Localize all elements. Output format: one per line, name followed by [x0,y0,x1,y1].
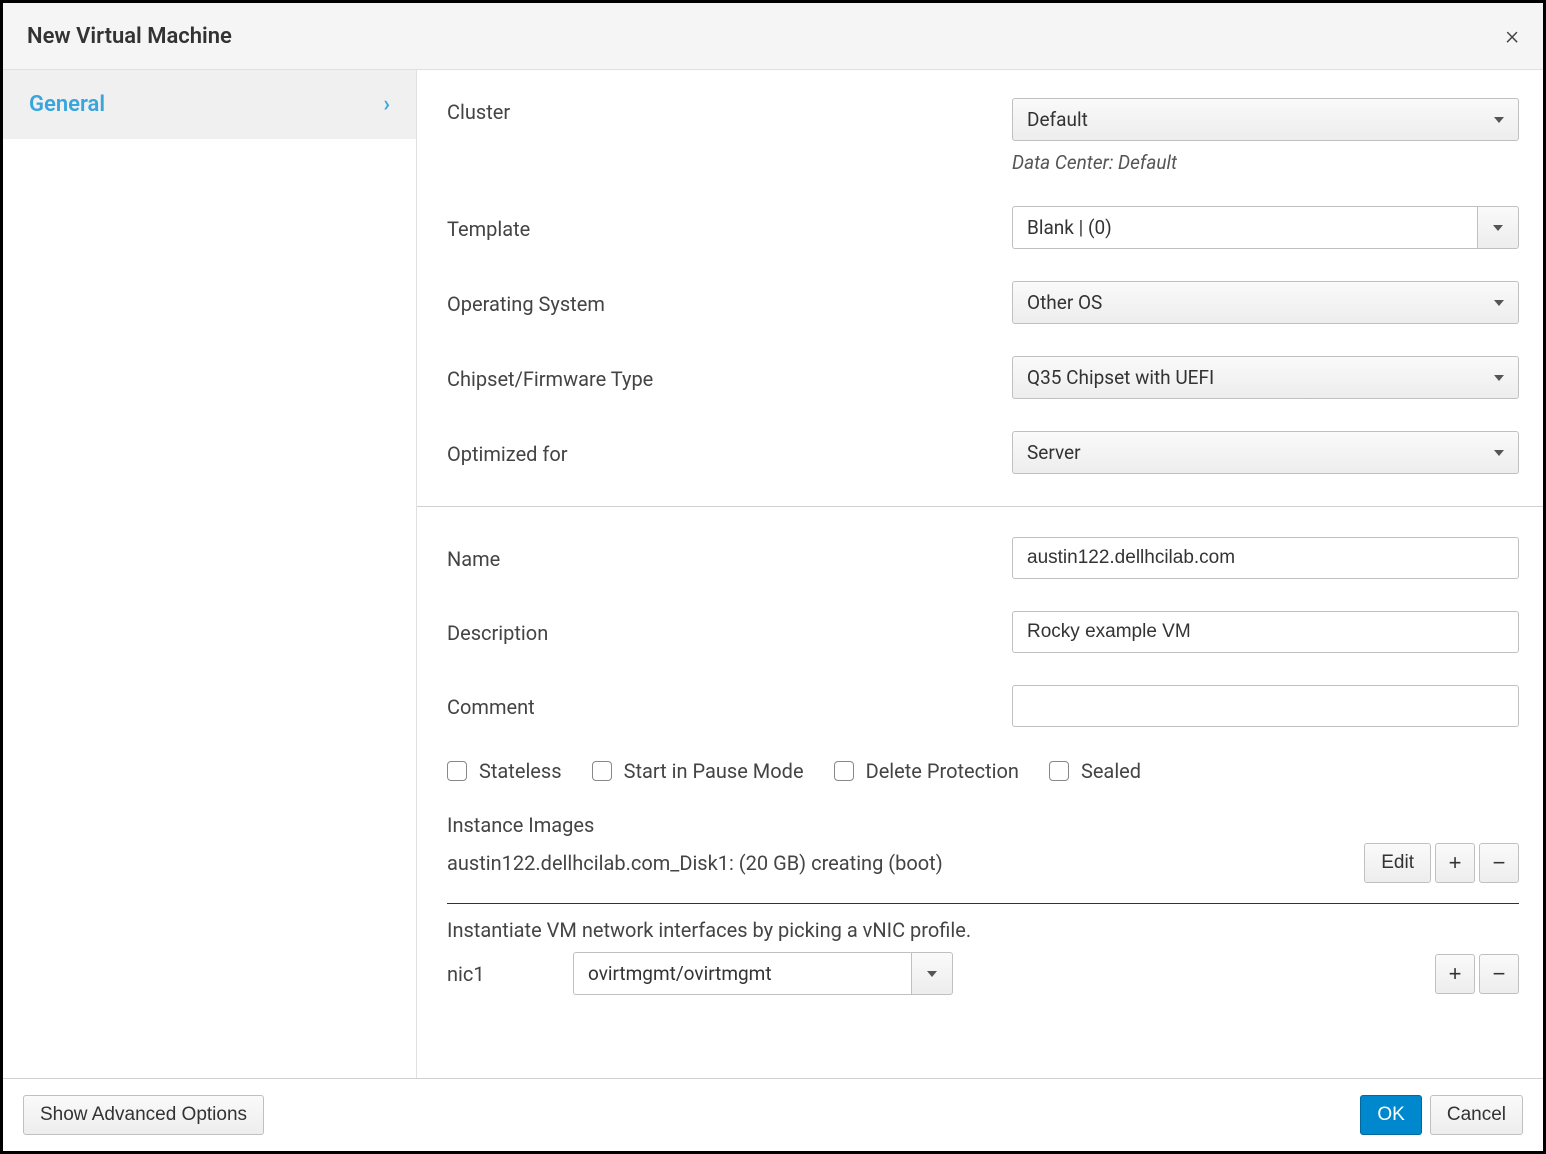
dialog-footer: Show Advanced Options OK Cancel [3,1078,1543,1151]
main-panel: Cluster Default Data Center: Default Tem… [417,70,1543,1078]
instance-disk-text: austin122.dellhcilab.com_Disk1: (20 GB) … [447,851,943,875]
row-template: Template Blank | (0) [447,206,1519,249]
nic-dropdown-button[interactable] [911,952,953,995]
select-optimized-value: Server [1027,441,1081,464]
checkbox-delete-protection[interactable] [834,761,854,781]
row-description: Description [447,611,1519,653]
chevron-down-icon [1494,450,1504,456]
row-name: Name [447,537,1519,579]
label-name: Name [447,545,1012,571]
nic-instruction: Instantiate VM network interfaces by pic… [447,918,1519,942]
minus-icon: − [1493,850,1506,876]
checkbox-stateless[interactable] [447,761,467,781]
label-description: Description [447,619,1012,645]
titlebar: New Virtual Machine × [3,3,1543,70]
input-description[interactable] [1012,611,1519,653]
nic-divider [447,903,1519,904]
label-optimized: Optimized for [447,440,1012,466]
row-os: Operating System Other OS [447,281,1519,324]
chevron-down-icon [1494,300,1504,306]
row-optimized: Optimized for Server [447,431,1519,474]
sidebar: General › [3,70,417,1078]
label-chipset: Chipset/Firmware Type [447,365,1012,391]
select-chipset[interactable]: Q35 Chipset with UEFI [1012,356,1519,399]
select-template-value: Blank | (0) [1012,206,1477,249]
checkbox-row: Stateless Start in Pause Mode Delete Pro… [447,759,1519,783]
checkbox-pause[interactable] [592,761,612,781]
select-nic[interactable]: ovirtmgmt/ovirtmgmt [573,952,953,995]
select-os[interactable]: Other OS [1012,281,1519,324]
close-icon[interactable]: × [1505,21,1519,51]
show-advanced-button[interactable]: Show Advanced Options [23,1095,264,1135]
input-comment[interactable] [1012,685,1519,727]
template-dropdown-button[interactable] [1477,206,1519,249]
minus-icon: − [1493,961,1506,987]
select-template[interactable]: Blank | (0) [1012,206,1519,249]
sidebar-item-label: General [29,92,105,117]
checkbox-sealed[interactable] [1049,761,1069,781]
row-chipset: Chipset/Firmware Type Q35 Chipset with U… [447,356,1519,399]
dialog-title: New Virtual Machine [27,24,232,49]
instance-row: austin122.dellhcilab.com_Disk1: (20 GB) … [447,843,1519,883]
label-os: Operating System [447,290,1012,316]
select-os-value: Other OS [1027,291,1102,314]
add-disk-button[interactable]: + [1435,843,1475,883]
nic-row: nic1 ovirtmgmt/ovirtmgmt + − [447,952,1519,995]
label-template: Template [447,215,1012,241]
sidebar-item-general[interactable]: General › [3,70,416,139]
select-cluster[interactable]: Default [1012,98,1519,141]
nic-label: nic1 [447,962,557,986]
remove-nic-button[interactable]: − [1479,954,1519,994]
row-comment: Comment [447,685,1519,727]
label-stateless: Stateless [479,759,562,783]
plus-icon: + [1449,961,1462,987]
row-cluster: Cluster Default Data Center: Default [447,98,1519,174]
cancel-button[interactable]: Cancel [1430,1095,1523,1135]
edit-disk-button[interactable]: Edit [1364,843,1431,883]
input-name[interactable] [1012,537,1519,579]
label-sealed: Sealed [1081,759,1141,783]
select-optimized[interactable]: Server [1012,431,1519,474]
add-nic-button[interactable]: + [1435,954,1475,994]
ok-button[interactable]: OK [1360,1095,1421,1135]
label-delete-protection: Delete Protection [866,759,1019,783]
chevron-down-icon [1494,375,1504,381]
chevron-down-icon [1494,117,1504,123]
select-nic-value: ovirtmgmt/ovirtmgmt [573,952,911,995]
instance-images-title: Instance Images [447,813,1519,837]
label-pause: Start in Pause Mode [624,759,804,783]
remove-disk-button[interactable]: − [1479,843,1519,883]
label-comment: Comment [447,693,1012,719]
chevron-down-icon [1493,225,1503,231]
dialog-body: General › Cluster Default Data Center: D… [3,70,1543,1078]
label-cluster: Cluster [447,98,1012,124]
cluster-hint: Data Center: Default [1012,151,1519,174]
chevron-right-icon: › [383,92,390,117]
select-cluster-value: Default [1027,108,1088,131]
section-divider [417,506,1543,507]
chevron-down-icon [927,971,937,977]
plus-icon: + [1449,850,1462,876]
select-chipset-value: Q35 Chipset with UEFI [1027,366,1214,389]
